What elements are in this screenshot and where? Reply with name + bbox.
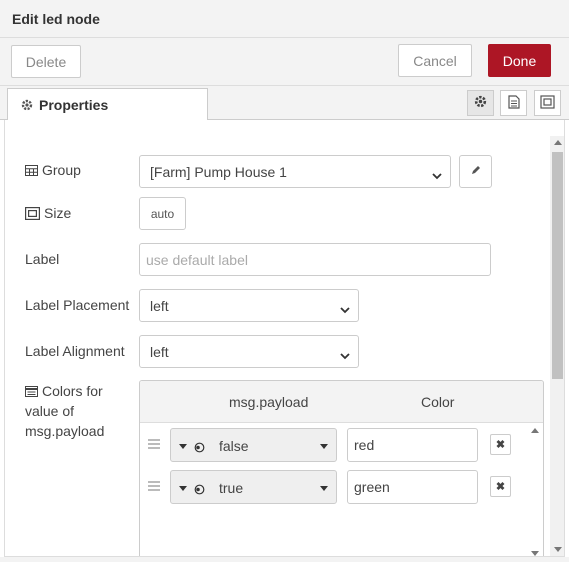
file-text-icon <box>507 94 520 112</box>
payload-typed-input[interactable]: false <box>170 428 337 462</box>
colors-table: msg.payload Color false red ✖ true green… <box>139 380 544 556</box>
label-placement-select[interactable]: left <box>139 289 359 322</box>
remove-row-button[interactable]: ✖ <box>490 476 511 497</box>
type-caret-icon[interactable] <box>179 486 187 491</box>
drag-handle-icon[interactable] <box>148 437 160 451</box>
dialog-toolbar: Delete Cancel Done <box>0 38 569 86</box>
colors-label: Colors for value of msg.payload <box>25 383 105 439</box>
gear-icon <box>474 95 487 111</box>
group-label: Group <box>25 162 81 178</box>
label-input[interactable]: use default label <box>139 243 491 276</box>
tab-bar: Properties <box>0 86 569 121</box>
dialog-title: Edit led node <box>12 11 100 27</box>
size-button[interactable]: auto <box>139 197 186 230</box>
scrollbar-thumb[interactable] <box>552 152 563 379</box>
label-placement-label: Label Placement <box>25 297 130 313</box>
colors-table-scrollbar[interactable] <box>526 424 543 556</box>
group-select[interactable]: [Farm] Pump House 1 <box>139 155 451 188</box>
label-label: Label <box>25 251 60 267</box>
panel-scrollbar[interactable] <box>550 136 564 556</box>
tab-settings[interactable] <box>467 90 494 116</box>
label-alignment-label: Label Alignment <box>25 343 125 359</box>
gear-icon <box>21 99 33 111</box>
pencil-icon <box>470 165 481 179</box>
chevron-down-icon <box>340 347 350 363</box>
list-alt-icon <box>25 385 38 397</box>
tab-properties[interactable]: Properties <box>7 88 208 121</box>
close-icon: ✖ <box>495 439 506 451</box>
chevron-down-icon <box>340 301 350 317</box>
chevron-down-icon[interactable] <box>320 486 328 491</box>
type-caret-icon[interactable] <box>179 444 187 449</box>
chevron-down-icon <box>432 167 442 183</box>
label-alignment-select[interactable]: left <box>139 335 359 368</box>
delete-button[interactable]: Delete <box>11 45 81 78</box>
dialog-header: Edit led node <box>0 0 569 38</box>
remove-row-button[interactable]: ✖ <box>490 434 511 455</box>
boolean-type-icon <box>194 440 205 456</box>
tab-appearance[interactable] <box>534 90 561 116</box>
scroll-down-icon[interactable] <box>554 547 562 552</box>
colors-table-header: msg.payload Color <box>140 381 543 423</box>
properties-panel: Group [Farm] Pump House 1 Size auto Labe… <box>4 120 565 557</box>
color-input[interactable]: green <box>347 470 478 504</box>
done-button[interactable]: Done <box>488 44 551 77</box>
drag-handle-icon[interactable] <box>148 479 160 493</box>
dialog-footer <box>0 557 569 562</box>
chevron-down-icon[interactable] <box>320 444 328 449</box>
object-group-icon <box>540 94 555 112</box>
close-icon: ✖ <box>495 481 506 493</box>
scroll-up-icon[interactable] <box>531 428 539 433</box>
color-input[interactable]: red <box>347 428 478 462</box>
column-header-payload: msg.payload <box>229 394 309 410</box>
scroll-up-icon[interactable] <box>554 140 562 145</box>
edit-group-button[interactable] <box>459 155 492 188</box>
size-label: Size <box>25 205 71 221</box>
scroll-down-icon[interactable] <box>531 551 539 556</box>
tab-description[interactable] <box>500 90 527 116</box>
boolean-type-icon <box>194 482 205 498</box>
payload-typed-input[interactable]: true <box>170 470 337 504</box>
object-group-icon <box>25 206 40 220</box>
table-icon <box>25 164 38 176</box>
column-header-color: Color <box>421 394 455 410</box>
cancel-button[interactable]: Cancel <box>398 44 472 77</box>
tab-properties-label: Properties <box>39 96 109 113</box>
